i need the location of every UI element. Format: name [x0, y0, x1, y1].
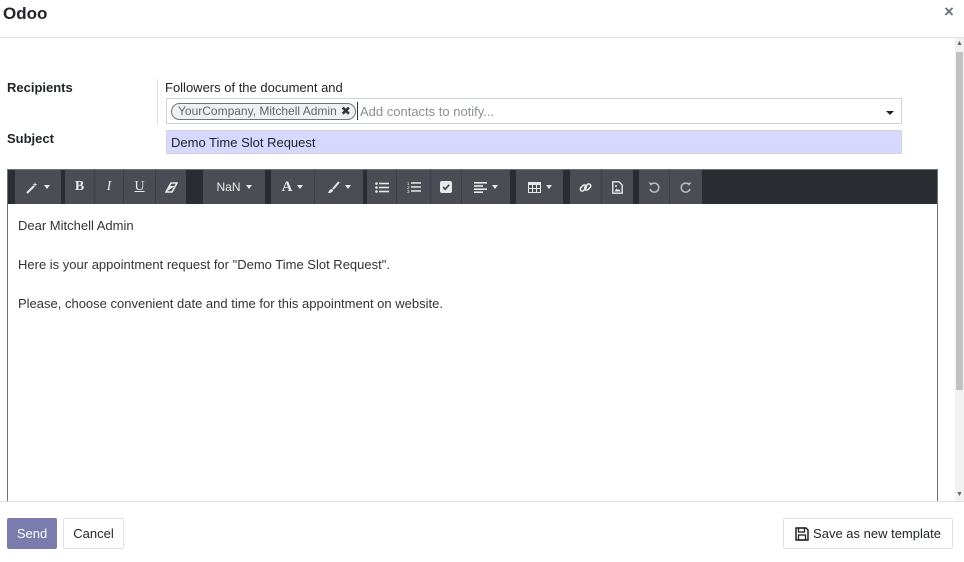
italic-icon[interactable]: I: [95, 170, 124, 204]
scrollbar[interactable]: ▲ ▼: [955, 38, 964, 501]
eraser-icon[interactable]: [156, 170, 186, 204]
dialog-footer: Send Cancel Save as new template: [0, 501, 964, 562]
recipient-tag: YourCompany, Mitchell Admin ✖: [171, 103, 356, 120]
image-icon[interactable]: [602, 170, 633, 204]
save-as-template-button[interactable]: Save as new template: [783, 518, 953, 549]
toolbar-group-table: [516, 170, 563, 204]
dialog-header: Odoo ×: [0, 0, 964, 38]
ordered-list-icon[interactable]: 123: [397, 170, 431, 204]
magic-wand-icon[interactable]: [15, 170, 61, 204]
body-line: Dear Mitchell Admin: [18, 218, 134, 233]
underline-icon[interactable]: U: [124, 170, 156, 204]
unordered-list-icon[interactable]: [367, 170, 397, 204]
toolbar-group-format: B I U: [65, 170, 186, 204]
undo-icon[interactable]: [639, 170, 670, 204]
field-divider: [157, 79, 158, 125]
send-button[interactable]: Send: [7, 518, 57, 549]
checklist-icon[interactable]: [431, 170, 462, 204]
toolbar-group-history: [639, 170, 702, 204]
font-size-value: NaN: [216, 180, 241, 194]
paint-brush-icon[interactable]: [315, 170, 363, 204]
cancel-button[interactable]: Cancel: [63, 518, 124, 549]
save-icon: [795, 526, 809, 541]
bold-icon[interactable]: B: [65, 170, 95, 204]
scroll-up-arrow-icon[interactable]: ▲: [955, 40, 964, 48]
redo-icon[interactable]: [670, 170, 702, 204]
save-as-template-label: Save as new template: [813, 526, 941, 541]
subject-input[interactable]: [166, 130, 902, 154]
recipients-field[interactable]: YourCompany, Mitchell Admin ✖: [166, 98, 902, 124]
dialog-title: Odoo: [3, 4, 48, 23]
font-size-dropdown[interactable]: NaN: [203, 170, 265, 204]
subject-label: Subject: [7, 131, 54, 146]
toolbar-group-style: [15, 170, 61, 204]
remove-tag-icon[interactable]: ✖: [341, 104, 351, 119]
toolbar-group-color: A: [271, 170, 363, 204]
toolbar-group-insert: [570, 170, 633, 204]
close-icon[interactable]: ×: [944, 2, 954, 22]
editor-toolbar: B I U NaN A 123: [8, 170, 937, 204]
svg-text:3: 3: [407, 189, 410, 193]
body-line: Here is your appointment request for "De…: [18, 257, 390, 272]
followers-text: Followers of the document and: [165, 80, 343, 95]
recipient-tag-label: YourCompany, Mitchell Admin: [178, 104, 337, 118]
chevron-down-icon[interactable]: [886, 111, 894, 115]
recipients-label: Recipients: [7, 80, 73, 95]
body-editor[interactable]: B I U NaN A 123 Dear Mitchell Admin Here…: [7, 169, 938, 501]
link-icon[interactable]: [570, 170, 602, 204]
body-line: Please, choose convenient date and time …: [18, 296, 443, 311]
font-color-icon[interactable]: A: [271, 170, 315, 204]
email-body[interactable]: Dear Mitchell Admin Here is your appoint…: [18, 216, 443, 333]
toolbar-group-paragraph: 123: [367, 170, 510, 204]
align-icon[interactable]: [462, 170, 510, 204]
recipients-input[interactable]: [357, 102, 877, 120]
scrollbar-thumb[interactable]: [956, 52, 963, 390]
scroll-down-arrow-icon[interactable]: ▼: [955, 491, 964, 499]
table-icon[interactable]: [516, 170, 563, 204]
toolbar-group-size: NaN: [203, 170, 265, 204]
